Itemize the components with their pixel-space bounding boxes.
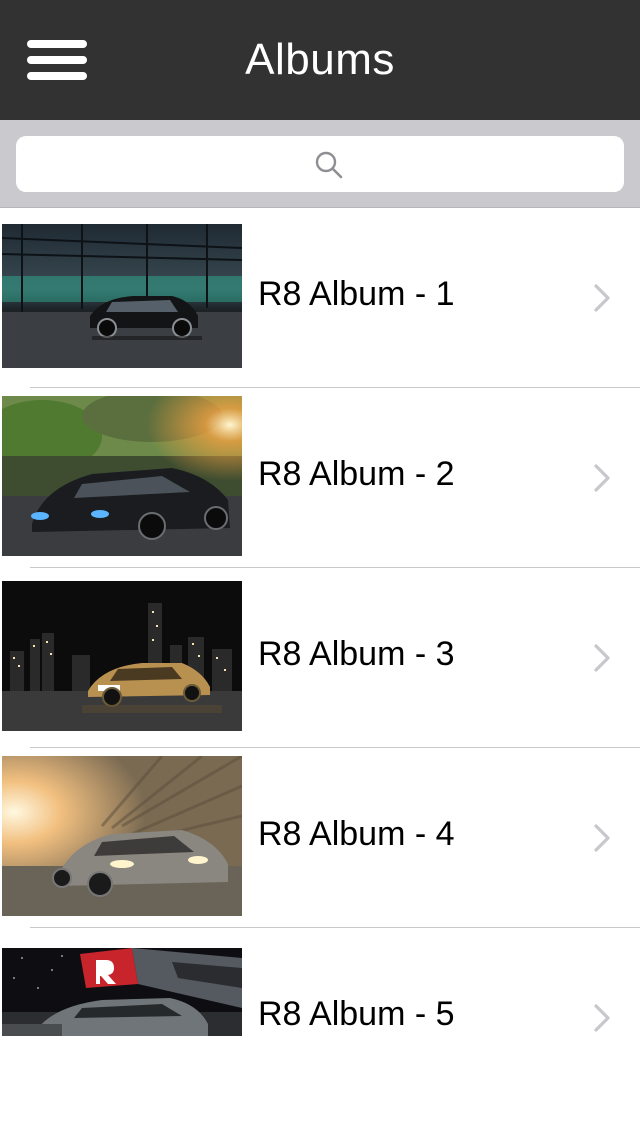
album-row-1[interactable]: R8 Album - 1 xyxy=(0,208,640,388)
album-thumbnail-4 xyxy=(2,756,242,916)
album-title-3: R8 Album - 3 xyxy=(258,635,455,673)
album-thumbnail-2 xyxy=(2,396,242,556)
album-row-3[interactable]: R8 Album - 3 xyxy=(0,568,640,748)
chevron-right-icon xyxy=(594,824,610,852)
car-in-warehouse-photo xyxy=(2,224,242,368)
chevron-right-icon xyxy=(594,464,610,492)
album-row-2[interactable]: R8 Album - 2 xyxy=(0,388,640,568)
navigation-bar: Albums xyxy=(0,0,640,120)
chevron-right-icon xyxy=(594,284,610,312)
album-thumbnail-3 xyxy=(2,581,242,731)
car-on-road-with-trees-photo xyxy=(2,396,242,556)
search-bar xyxy=(0,120,640,208)
page-title: Albums xyxy=(245,35,395,84)
gold-car-city-night-photo xyxy=(2,581,242,731)
album-thumbnail-1 xyxy=(2,224,242,368)
search-icon xyxy=(315,151,343,179)
album-title-5: R8 Album - 5 xyxy=(258,995,455,1033)
album-title-1: R8 Album - 1 xyxy=(258,275,455,313)
hamburger-menu-icon xyxy=(27,40,87,80)
car-motion-blur-sunset-photo xyxy=(2,756,242,916)
car-at-auto-show-photo xyxy=(2,948,242,1036)
album-thumbnail-5 xyxy=(2,948,242,1036)
search-field[interactable] xyxy=(16,136,628,194)
album-title-4: R8 Album - 4 xyxy=(258,815,455,853)
chevron-right-icon xyxy=(594,644,610,672)
menu-button[interactable] xyxy=(26,38,88,82)
app-screen: Albums R8 Album - 1 R8 Album - 2 R8 Albu… xyxy=(0,0,640,1136)
album-row-5[interactable]: R8 Album - 5 xyxy=(0,928,640,1108)
album-row-4[interactable]: R8 Album - 4 xyxy=(0,748,640,928)
chevron-right-icon xyxy=(594,1004,610,1032)
album-title-2: R8 Album - 2 xyxy=(258,455,455,493)
